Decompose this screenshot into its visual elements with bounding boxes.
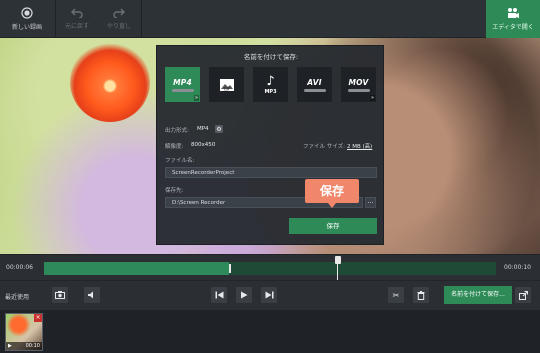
delete-button[interactable] [413,287,429,303]
save-callout: 保存 [305,179,359,208]
disc-icon [171,88,194,92]
gif-image-icon: GIF [219,78,234,91]
recent-recording-thumbnail[interactable]: × 00:10 ▶ [5,313,43,351]
timeline-progress [44,262,230,275]
preview-flower [70,42,150,122]
recent-label: 最近使用 [5,294,30,301]
file-size-label: ファイル サイズ: [303,144,345,150]
chevron-right-icon: » [369,95,375,101]
save-as-button[interactable]: 名前を付けて保存... [444,286,512,304]
redo-icon [113,8,125,18]
cut-button[interactable]: ✂ [388,287,404,303]
undo-icon [71,8,83,18]
output-format-value: MP4 [197,126,209,132]
file-name-field[interactable]: ScreenRecorderProject [165,167,377,178]
toolbar-divider [141,0,142,38]
format-mp4-button[interactable]: MP4 » [165,67,200,102]
close-icon[interactable]: × [34,314,42,322]
gif-format-label: GIF [223,86,230,91]
resolution-label: 解像度: [165,144,184,150]
app-window: 新しい録画 元に戻す やり直し エディタで開く 名前を付けて保存: MP4 » … [0,0,540,353]
disc-icon [303,88,326,92]
mp3-format-label: MP3 [264,88,277,95]
redo-label: やり直し [106,23,131,30]
timeline-track[interactable] [44,256,496,282]
mov-icon: MOV [348,77,369,87]
skip-forward-button[interactable] [261,287,277,303]
format-mp3-button[interactable]: ♪ MP3 [253,67,288,102]
format-gif-button[interactable]: GIF [209,67,244,102]
share-button[interactable] [515,287,531,303]
new-recording-label: 新しい録画 [11,24,42,31]
open-editor-label: エディタで開く [492,24,534,31]
scissors-icon: ✂ [392,290,400,300]
skip-forward-icon [265,291,273,299]
save-as-dialog: 名前を付けて保存: MP4 » GIF ♪ MP3 AVI MOV » 出力形式… [156,45,384,245]
skip-back-button[interactable] [211,287,227,303]
output-format-label: 出力形式: [165,128,189,134]
resolution-value: 800x450 [191,142,216,148]
avi-icon: AVI [307,77,322,87]
undo-label: 元に戻す [64,23,89,30]
playhead-knob[interactable] [334,256,341,264]
recent-recordings-strip: × 00:10 ▶ [0,310,540,353]
file-size-value[interactable]: 2 MB (高) [347,142,372,150]
play-icon: ▶ [8,343,12,349]
trash-icon [417,290,425,300]
browse-button[interactable]: ... [365,197,376,208]
new-recording-button[interactable]: 新しい録画 [0,0,54,38]
play-icon [241,291,248,299]
trim-marker[interactable] [229,264,232,273]
dialog-title: 名前を付けて保存: [243,53,299,61]
timeline: 00:00:06 00:00:10 [0,254,540,282]
disc-icon [347,88,370,92]
play-button[interactable] [236,287,252,303]
open-editor-button[interactable]: エディタで開く [486,0,540,38]
screenshot-button[interactable] [52,287,68,303]
undo-button[interactable]: 元に戻す [56,0,98,38]
redo-button[interactable]: やり直し [98,0,140,38]
current-time: 00:00:06 [6,264,33,271]
file-name-label: ファイル名: [165,158,195,164]
editor-icon [508,8,519,18]
total-time: 00:00:10 [504,264,531,271]
top-toolbar: 新しい録画 元に戻す やり直し エディタで開く [0,0,540,38]
format-avi-button[interactable]: AVI [297,67,332,102]
speaker-icon [88,291,93,299]
save-to-label: 保存先: [165,188,184,194]
chevron-right-icon: » [193,95,199,101]
format-mov-button[interactable]: MOV » [341,67,376,102]
playback-controls: 最近使用 ✂ 名前を付けて保存... [0,280,540,310]
playhead-handle[interactable] [334,256,341,282]
save-button[interactable]: 保存 [289,218,377,234]
camera-icon [55,291,65,299]
mp4-icon: MP4 [173,77,192,87]
record-icon [21,7,33,19]
volume-button[interactable] [84,287,100,303]
gear-icon[interactable]: ⚙ [215,125,223,133]
skip-back-icon [215,291,223,299]
share-icon [518,290,528,300]
music-note-icon: ♪ [266,73,275,89]
